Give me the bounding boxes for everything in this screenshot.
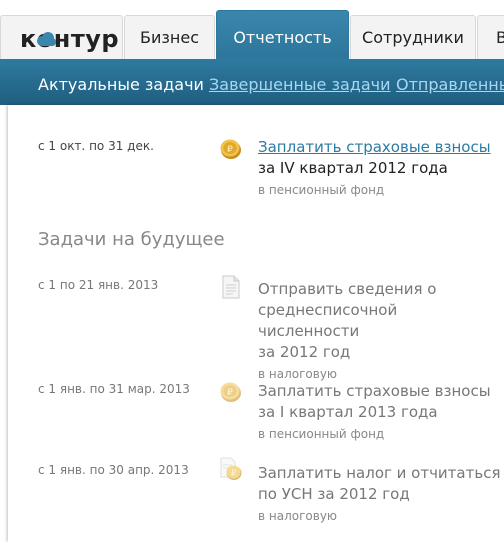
cloud-logo-icon — [37, 32, 56, 46]
sub-nav: Актуальные задачи Завершенные задачи Отп… — [0, 59, 504, 105]
tab-reporting-label: Отчетность — [233, 28, 332, 47]
task-item: Заплатить налог и отчитаться по УСН за 2… — [258, 463, 502, 526]
tab-employees-label: Сотрудники — [362, 28, 464, 47]
future-tasks-title: Задачи на будущее — [38, 229, 225, 250]
coin-icon: ₽ — [220, 139, 241, 159]
task-date: с 1 окт. по 31 дек. — [38, 139, 154, 153]
coin-icon: ₽ — [220, 382, 241, 402]
task-recipient: в пенсионный фонд — [258, 427, 385, 441]
logo[interactable]: контур — [0, 15, 123, 59]
svg-text:₽: ₽ — [227, 145, 233, 155]
subtab-current-tasks[interactable]: Актуальные задачи — [38, 75, 204, 94]
task-line: Отправить сведения о — [258, 280, 437, 298]
task-recipient: в налоговую — [258, 367, 338, 381]
svg-text:₽: ₽ — [227, 388, 233, 398]
task-line: Заплатить налог и отчитаться — [258, 464, 501, 482]
task-line: за IV квартал 2012 года — [258, 159, 448, 177]
top-nav: контур Бизнес Отчетность Сотрудники В — [0, 0, 504, 62]
tab-business[interactable]: Бизнес — [124, 15, 215, 59]
document-icon — [222, 275, 240, 299]
task-line: за I квартал 2013 года — [258, 403, 438, 421]
task-link[interactable]: Заплатить страховые взносы — [258, 138, 491, 156]
task-recipient: в налоговую — [258, 509, 338, 523]
tab-business-label: Бизнес — [140, 28, 199, 47]
task-line: по УСН за 2012 год — [258, 485, 410, 503]
tab-more-label: В — [496, 28, 504, 47]
task-date: с 1 янв. по 30 апр. 2013 — [38, 463, 189, 477]
task-item: Заплатить страховые взносы за I квартал … — [258, 381, 502, 444]
task-item: Отправить сведения о среднесписочной чис… — [258, 279, 502, 384]
task-line: среднесписочной численности — [258, 301, 398, 340]
task-date: с 1 по 21 янв. 2013 — [38, 278, 159, 292]
tab-reporting[interactable]: Отчетность — [216, 10, 349, 62]
task-item: Заплатить страховые взносы за IV квартал… — [258, 137, 502, 200]
tab-more[interactable]: В — [477, 15, 504, 59]
task-line: за 2012 год — [258, 343, 351, 361]
task-recipient: в пенсионный фонд — [258, 183, 385, 197]
document-coin-icon: ₽ — [220, 457, 242, 480]
subtab-sent[interactable]: Отправленные — [396, 75, 504, 94]
tab-employees[interactable]: Сотрудники — [350, 15, 476, 59]
task-date: с 1 янв. по 31 мар. 2013 — [38, 382, 190, 396]
svg-text:₽: ₽ — [231, 469, 236, 478]
task-line: Заплатить страховые взносы — [258, 382, 491, 400]
subtab-completed-tasks[interactable]: Завершенные задачи — [209, 75, 391, 94]
